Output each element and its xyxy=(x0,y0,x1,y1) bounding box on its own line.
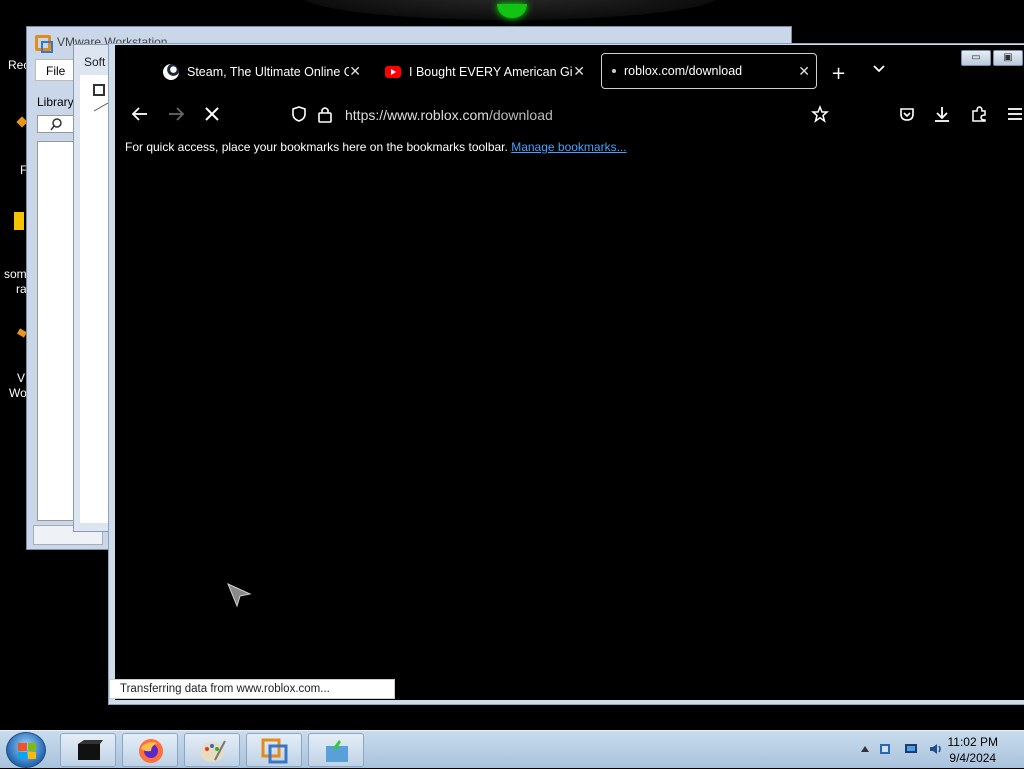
desktop-label: som xyxy=(4,267,27,281)
volume-icon[interactable] xyxy=(928,742,942,756)
chevron-down-icon xyxy=(873,65,885,73)
url-bar[interactable]: https://www.roblox.com/download xyxy=(345,107,553,123)
back-arrow-icon xyxy=(131,107,147,121)
window-controls: ▭ ▣ ✕ xyxy=(961,50,1024,66)
display-icon[interactable] xyxy=(904,742,918,756)
minimize-button[interactable]: ▭ xyxy=(961,50,991,66)
show-hidden-icons-icon[interactable] xyxy=(860,744,870,754)
clock-date: 9/4/2024 xyxy=(949,751,997,765)
close-tab-icon[interactable]: ✕ xyxy=(798,63,810,80)
forward-button[interactable] xyxy=(167,105,185,127)
bookmarks-toolbar: For quick access, place your bookmarks h… xyxy=(125,140,627,154)
stop-loading-icon xyxy=(205,107,219,121)
close-tab-icon[interactable]: ✕ xyxy=(349,63,361,80)
shield-icon xyxy=(292,106,306,122)
bookmarks-hint: For quick access, place your bookmarks h… xyxy=(125,140,508,154)
puzzle-icon xyxy=(972,106,986,122)
system-clock[interactable]: 11:02 PM 9/4/2024 xyxy=(948,734,998,766)
url-host: https://www.roblox.com xyxy=(345,107,489,123)
youtube-icon xyxy=(385,66,401,78)
taskbar: 11:02 PM 9/4/2024 xyxy=(0,730,1024,768)
bookmark-page-button[interactable] xyxy=(811,104,829,127)
firefox-icon xyxy=(139,739,163,763)
clock-time: 11:02 PM xyxy=(947,735,998,749)
windows-logo-icon xyxy=(18,743,36,759)
software-content xyxy=(80,75,110,523)
navigation-toolbar: https://www.roblox.com/download xyxy=(115,97,1024,133)
terminal-icon xyxy=(78,740,103,760)
lock-icon xyxy=(318,107,332,123)
taskbar-vmware[interactable] xyxy=(246,733,302,767)
tab-title: Steam, The Ultimate Online Ga xyxy=(187,65,349,79)
pocket-icon xyxy=(900,108,914,121)
taskbar-paint[interactable] xyxy=(184,733,240,767)
tab-youtube[interactable]: I Bought EVERY American Girl D ✕ xyxy=(385,55,591,89)
status-panel: Transferring data from www.roblox.com... xyxy=(109,679,395,699)
star-icon xyxy=(811,104,829,123)
vmware-library-label: Library xyxy=(37,95,74,109)
system-tray: 11:02 PM 9/4/2024 xyxy=(834,731,1024,769)
extensions-button[interactable] xyxy=(970,105,988,127)
download-icon xyxy=(935,107,949,122)
list-all-tabs-button[interactable] xyxy=(871,61,887,82)
steam-icon xyxy=(163,64,179,80)
paint-icon xyxy=(200,740,226,762)
desktop-label: V xyxy=(17,371,26,385)
taskbar-terminal[interactable] xyxy=(60,733,116,767)
hamburger-menu-icon xyxy=(1008,108,1022,120)
mouse-cursor-icon xyxy=(227,583,252,608)
app-menu-button[interactable] xyxy=(1007,105,1023,127)
tab-title: I Bought EVERY American Girl D xyxy=(409,65,573,79)
back-button[interactable] xyxy=(131,105,149,127)
forward-arrow-icon xyxy=(169,107,185,121)
tracking-protection-button[interactable] xyxy=(290,105,308,127)
new-tab-button[interactable]: + xyxy=(831,63,846,84)
network-icon[interactable] xyxy=(878,742,892,756)
taskbar-installer[interactable] xyxy=(308,733,364,767)
vmware-icon xyxy=(261,738,288,764)
software-title: Soft xyxy=(84,55,106,69)
tab-strip: Steam, The Ultimate Online Ga ✕ I Bought… xyxy=(115,50,1024,89)
vmware-logo-icon xyxy=(35,35,53,53)
downloads-button[interactable] xyxy=(933,105,951,127)
desktop-label: Wo xyxy=(9,386,27,400)
loading-dot-icon xyxy=(612,69,616,73)
tab-steam[interactable]: Steam, The Ultimate Online Ga ✕ xyxy=(163,55,367,89)
desktop-folder-icon[interactable] xyxy=(14,212,24,230)
manage-bookmarks-link[interactable]: Manage bookmarks... xyxy=(511,140,626,154)
tab-title: roblox.com/download xyxy=(624,64,743,78)
search-icon xyxy=(50,118,62,131)
site-info-button[interactable] xyxy=(317,105,333,127)
desktop: Rec F som ra V Wo VMware Workstation Fil… xyxy=(0,0,1024,730)
close-tab-icon[interactable]: ✕ xyxy=(573,63,585,80)
url-path: /download xyxy=(488,107,553,123)
taskbar-firefox[interactable] xyxy=(122,733,178,767)
tab-roblox-download[interactable]: roblox.com/download ✕ xyxy=(601,53,817,89)
software-window[interactable]: Soft xyxy=(73,44,113,532)
maximize-button[interactable]: ▣ xyxy=(993,50,1023,66)
installer-icon xyxy=(326,740,348,762)
start-button[interactable] xyxy=(6,732,46,768)
pocket-button[interactable] xyxy=(898,105,916,127)
stop-button[interactable] xyxy=(203,105,221,127)
